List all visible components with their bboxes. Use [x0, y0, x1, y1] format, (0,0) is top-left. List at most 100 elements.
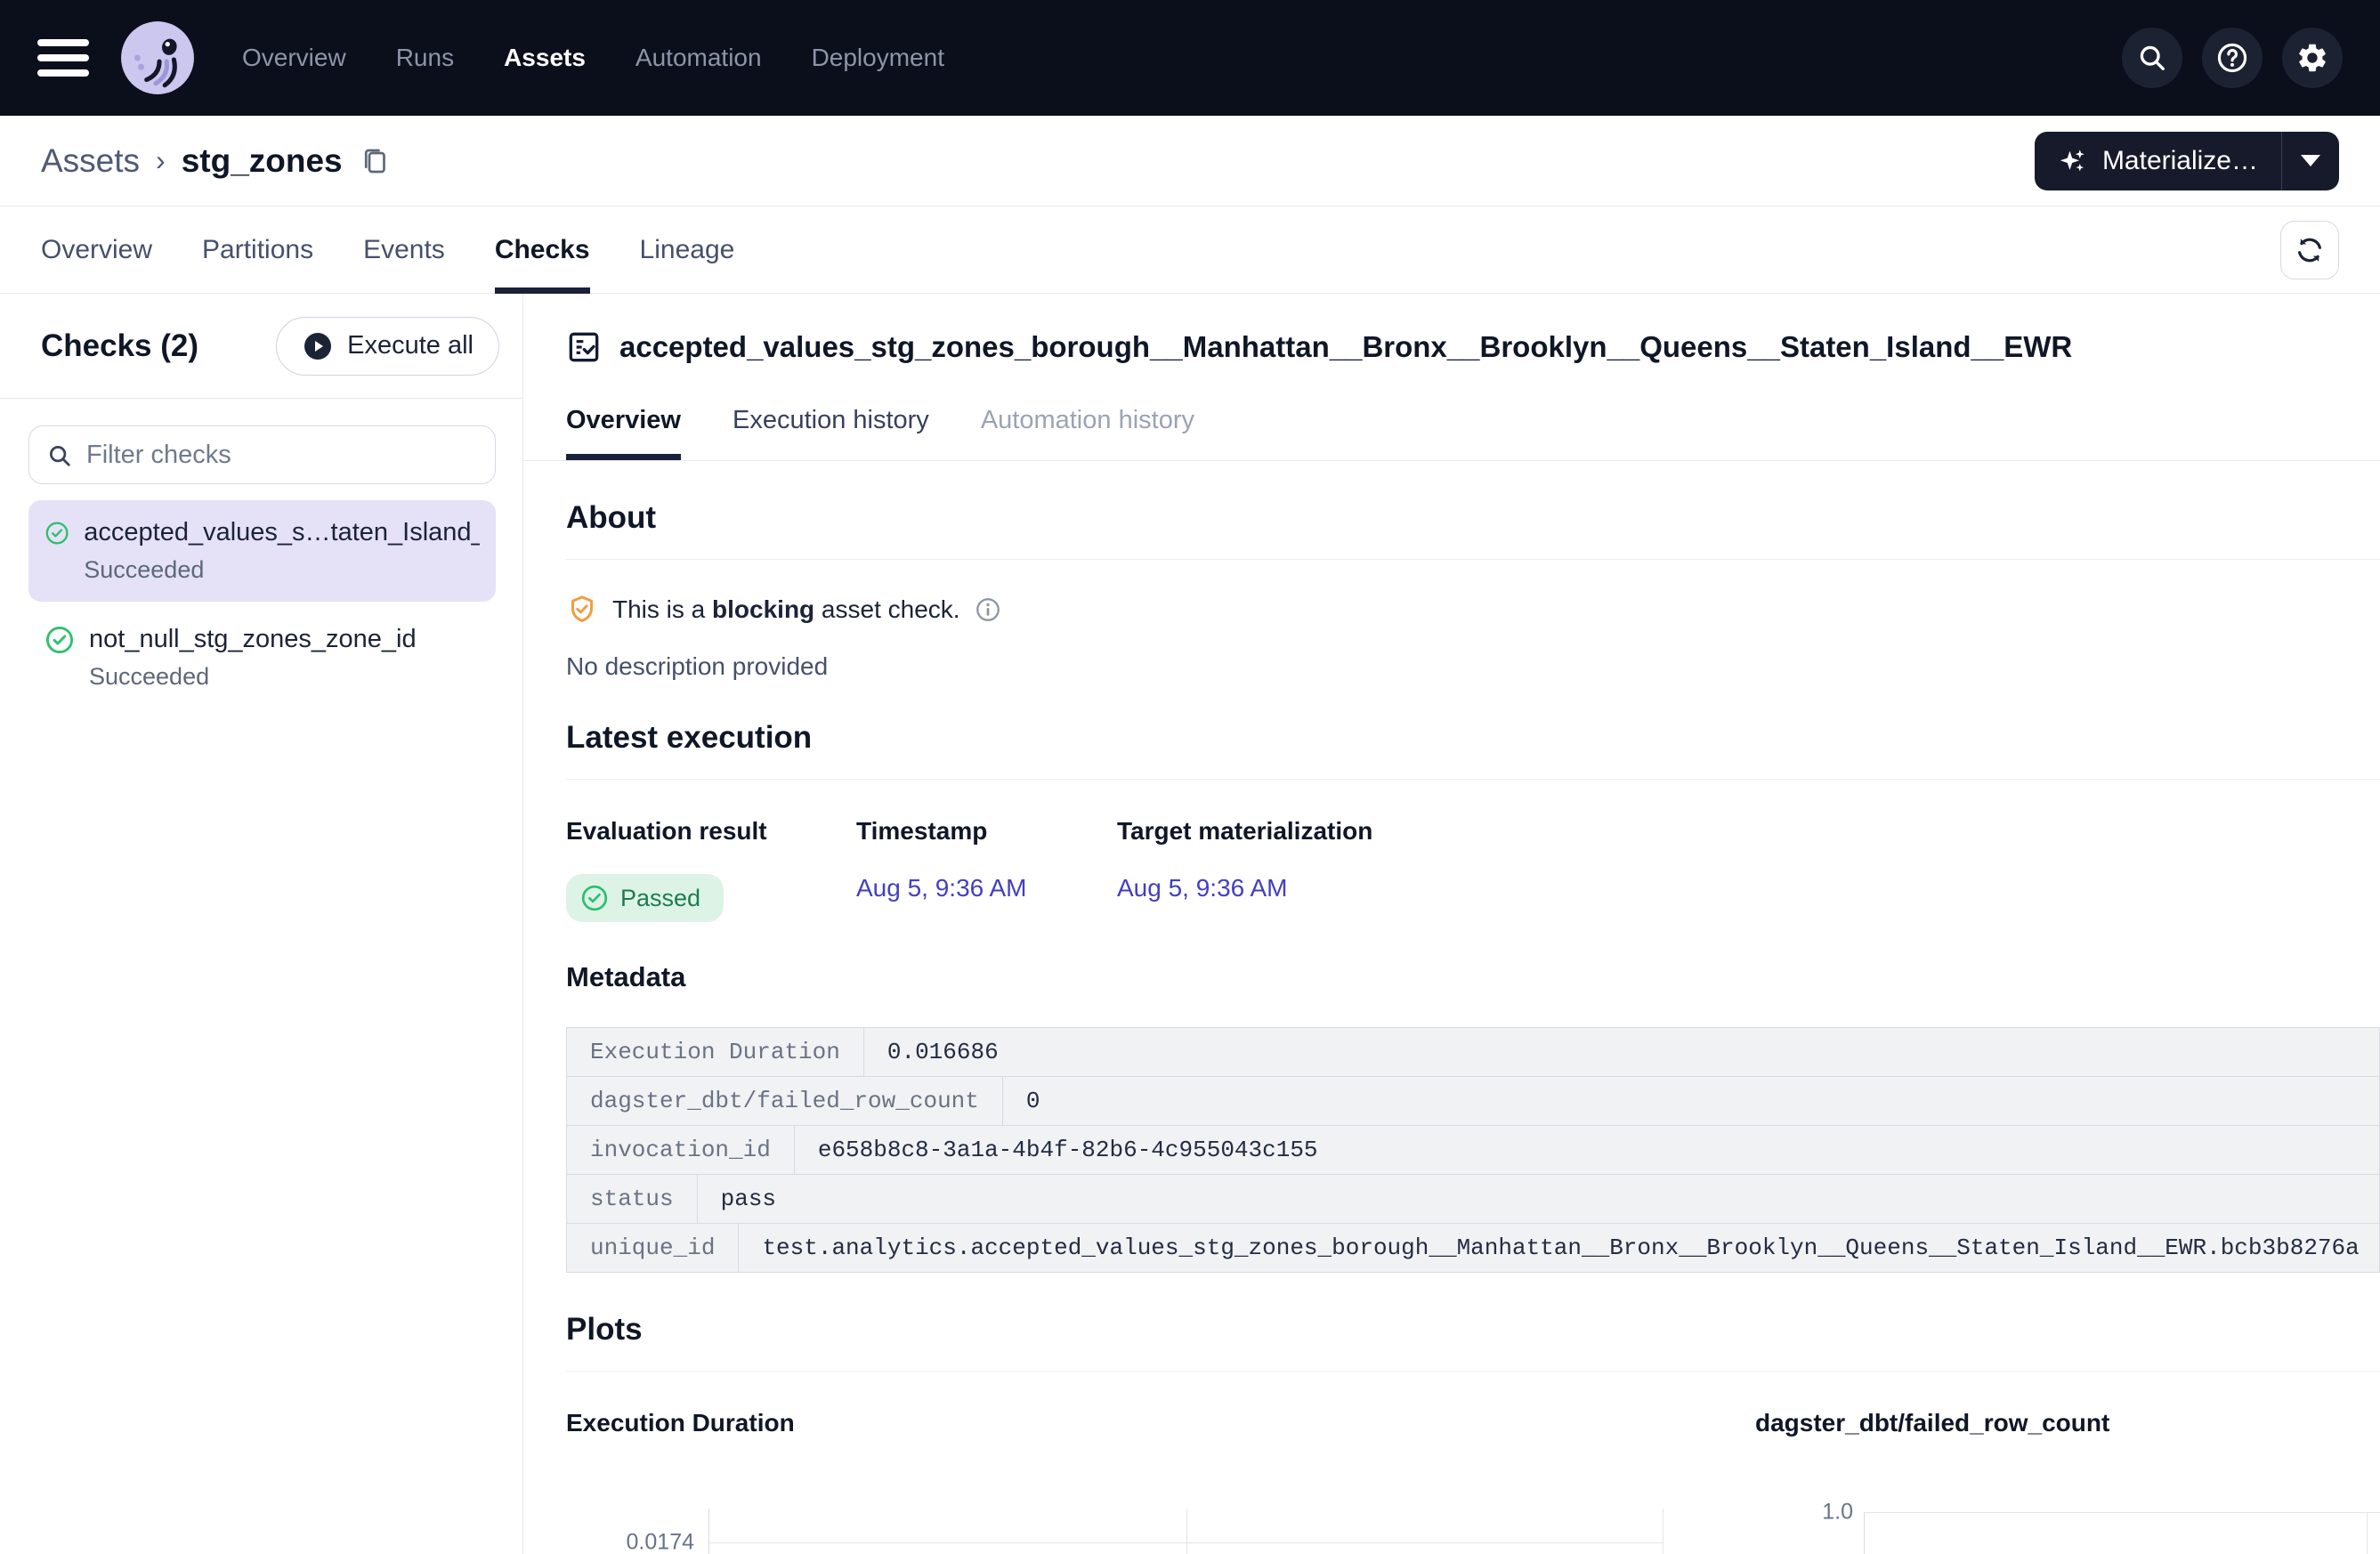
- metadata-key: dagster_dbt/failed_row_count: [567, 1077, 1003, 1125]
- plots-row: Execution Duration 0.0174 dagster_dbt/fa…: [566, 1409, 2380, 1554]
- column-header: Target materialization: [1117, 817, 1372, 846]
- blocking-text: This is a blocking asset check.: [612, 595, 960, 624]
- plot-area: [708, 1509, 1664, 1554]
- shield-check-icon: [566, 594, 598, 626]
- check-title: accepted_values_stg_zones_borough__Manha…: [619, 330, 2072, 364]
- plots-heading: Plots: [566, 1312, 2380, 1348]
- dagster-logo[interactable]: [119, 20, 196, 96]
- metadata-value: e658b8c8-3a1a-4b4f-82b6-4c955043c155: [795, 1126, 2379, 1174]
- nav-deployment[interactable]: Deployment: [812, 44, 944, 72]
- tab-overview[interactable]: Overview: [41, 206, 152, 294]
- refresh-icon: [2294, 234, 2326, 266]
- y-tick: 0.0174: [627, 1530, 694, 1554]
- top-nav-items: Overview Runs Assets Automation Deployme…: [242, 44, 944, 72]
- copy-asset-name-button[interactable]: [359, 145, 391, 177]
- metadata-key: status: [567, 1175, 698, 1223]
- execute-all-button[interactable]: Execute all: [276, 317, 499, 376]
- tab-events[interactable]: Events: [363, 206, 445, 294]
- list-item-not-null-check[interactable]: not_null_stg_zones_zone_id Succeeded: [28, 607, 496, 708]
- metadata-value: pass: [698, 1175, 2379, 1223]
- divider: [566, 559, 2380, 560]
- metadata-key: unique_id: [567, 1224, 739, 1272]
- check-name: accepted_values_s…taten_Island__EWR: [84, 518, 480, 547]
- tab-checks[interactable]: Checks: [495, 206, 590, 294]
- play-circle-icon: [302, 330, 334, 362]
- target-materialization-link[interactable]: Aug 5, 9:36 AM: [1117, 874, 1287, 902]
- y-axis: 1.0 0.6: [1755, 1512, 1864, 1554]
- metadata-key: invocation_id: [567, 1126, 795, 1174]
- latest-execution-grid: Evaluation result Passed Timestamp Aug 5…: [566, 817, 2380, 922]
- nav-automation[interactable]: Automation: [635, 44, 762, 72]
- search-icon: [46, 442, 73, 469]
- check-tab-bar: Overview Execution history Automation hi…: [523, 406, 2380, 461]
- nav-overview[interactable]: Overview: [242, 44, 346, 72]
- breadcrumb-assets[interactable]: Assets: [41, 142, 140, 180]
- failed-row-count-chart: dagster_dbt/failed_row_count 1.0 0.6: [1755, 1409, 2380, 1554]
- metadata-value: test.analytics.accepted_values_stg_zones…: [739, 1224, 2379, 1272]
- search-icon: [2136, 42, 2168, 74]
- tab-lineage[interactable]: Lineage: [640, 206, 735, 294]
- check-success-icon: [45, 625, 75, 655]
- help-icon: [2215, 41, 2249, 75]
- check-success-icon: [580, 884, 609, 912]
- tab-partitions[interactable]: Partitions: [202, 206, 313, 294]
- checks-count-title: Checks (2): [41, 328, 198, 364]
- check-status: Succeeded: [89, 663, 417, 691]
- nav-runs[interactable]: Runs: [396, 44, 454, 72]
- filter-checks-input[interactable]: [28, 425, 496, 484]
- filter-checks-box: [28, 425, 496, 484]
- table-row: unique_id test.analytics.accepted_values…: [566, 1223, 2380, 1273]
- status-badge: Passed: [566, 874, 724, 922]
- check-tab-overview[interactable]: Overview: [566, 406, 681, 460]
- execution-duration-chart: Execution Duration 0.0174: [566, 1409, 1664, 1554]
- about-heading: About: [566, 500, 2380, 536]
- metadata-value: 0: [1003, 1077, 2379, 1125]
- chart-title: Execution Duration: [566, 1409, 1664, 1437]
- status-badge-label: Passed: [620, 885, 700, 912]
- check-detail-panel: accepted_values_stg_zones_borough__Manha…: [523, 294, 2380, 1554]
- settings-button[interactable]: [2282, 28, 2343, 88]
- y-axis: 0.0174: [566, 1509, 708, 1554]
- gear-icon: [2295, 41, 2329, 75]
- menu-icon[interactable]: [37, 36, 93, 79]
- check-success-icon: [45, 518, 69, 548]
- refresh-button[interactable]: [2280, 221, 2339, 279]
- materialize-dropdown-button[interactable]: [2282, 132, 2339, 190]
- search-button[interactable]: [2122, 28, 2182, 88]
- help-button[interactable]: [2202, 28, 2263, 88]
- column-header: Evaluation result: [566, 817, 856, 846]
- blocking-note: This is a blocking asset check.: [566, 594, 2380, 626]
- chart-title: dagster_dbt/failed_row_count: [1755, 1409, 2380, 1437]
- info-icon[interactable]: [975, 596, 1001, 623]
- check-title-row: accepted_values_stg_zones_borough__Manha…: [566, 329, 2380, 365]
- no-description-text: No description provided: [566, 652, 2380, 681]
- materialize-button[interactable]: Materialize…: [2035, 132, 2282, 190]
- checks-list: accepted_values_s…taten_Island__EWR Succ…: [28, 500, 496, 708]
- plot-area: [1864, 1512, 2380, 1554]
- sparkle-icon: [2058, 146, 2088, 176]
- checks-sidebar: Checks (2) Execute all: [0, 294, 523, 1554]
- table-row: status pass: [566, 1174, 2380, 1224]
- table-row: invocation_id e658b8c8-3a1a-4b4f-82b6-4c…: [566, 1125, 2380, 1175]
- nav-assets[interactable]: Assets: [504, 44, 586, 72]
- y-tick: 1.0: [1822, 1500, 1853, 1526]
- table-row: Execution Duration 0.016686: [566, 1027, 2380, 1077]
- copy-icon: [359, 145, 391, 177]
- table-row: dagster_dbt/failed_row_count 0: [566, 1076, 2380, 1126]
- divider: [566, 779, 2380, 780]
- page-header: Assets › stg_zones Materialize…: [0, 116, 2380, 206]
- top-nav: Overview Runs Assets Automation Deployme…: [0, 0, 2380, 116]
- checks-sidebar-body: accepted_values_s…taten_Island__EWR Succ…: [0, 399, 522, 708]
- chevron-down-icon: [2301, 155, 2320, 166]
- check-tab-execution-history[interactable]: Execution history: [733, 406, 929, 460]
- timestamp-link[interactable]: Aug 5, 9:36 AM: [856, 874, 1026, 902]
- column-header: Timestamp: [856, 817, 1117, 846]
- check-tab-automation-history: Automation history: [981, 406, 1194, 460]
- materialize-split-button: Materialize…: [2035, 132, 2339, 190]
- execute-all-label: Execute all: [347, 331, 474, 360]
- content-area: Checks (2) Execute all: [0, 294, 2380, 1554]
- metadata-table: Execution Duration 0.016686 dagster_dbt/…: [566, 1027, 2380, 1273]
- checks-sidebar-header: Checks (2) Execute all: [0, 294, 522, 399]
- checklist-icon: [566, 329, 602, 365]
- list-item-accepted-values-check[interactable]: accepted_values_s…taten_Island__EWR Succ…: [28, 500, 496, 602]
